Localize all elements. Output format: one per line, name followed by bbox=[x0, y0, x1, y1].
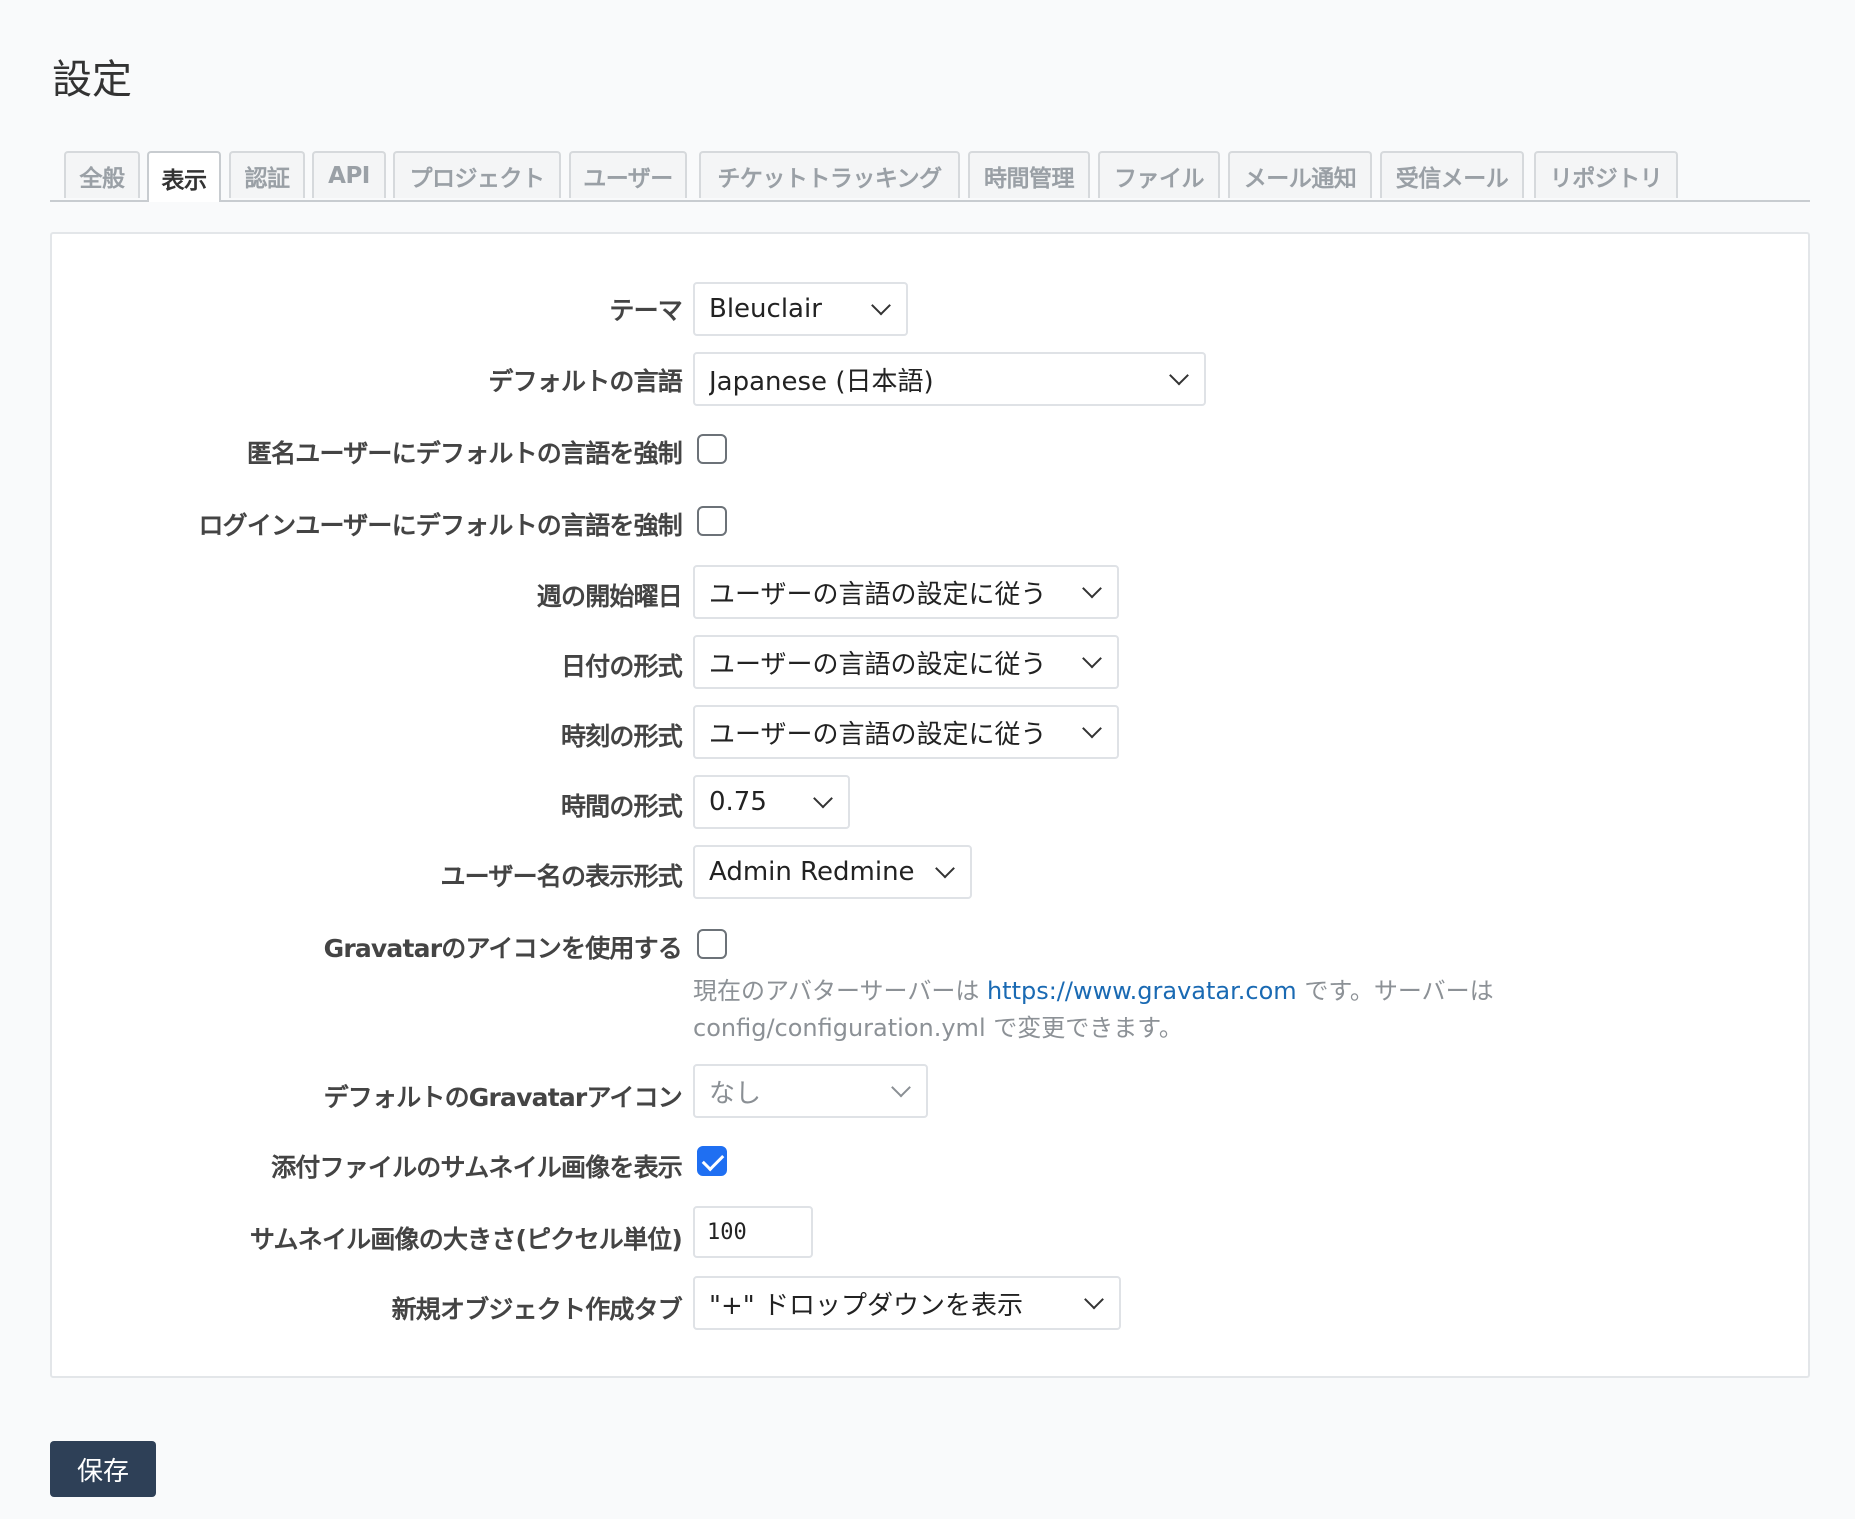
settings-tabs: 全般 表示 認証 API プロジェクト ユーザー チケットトラッキング 時間管理… bbox=[50, 150, 1810, 202]
start-of-week-label: 週の開始曜日 bbox=[536, 582, 683, 611]
chevron-down-icon bbox=[1082, 648, 1102, 669]
tab-files[interactable]: ファイル bbox=[1098, 151, 1220, 198]
chevron-down-icon bbox=[1082, 578, 1102, 599]
thumbnails-enabled-label: 添付ファイルのサムネイル画像を表示 bbox=[271, 1153, 683, 1182]
new-item-menu-tab-select-value: "+" ドロップダウンを表示 bbox=[709, 1290, 1023, 1321]
gravatar-default-select[interactable]: なし bbox=[693, 1064, 928, 1118]
chevron-down-icon bbox=[1084, 1289, 1104, 1310]
tab-api[interactable]: API bbox=[312, 151, 386, 198]
new-item-menu-tab-select[interactable]: "+" ドロップダウンを表示 bbox=[693, 1276, 1121, 1330]
default-language-select-value: Japanese (日本語) bbox=[709, 366, 934, 397]
thumbnails-enabled-checkbox[interactable] bbox=[697, 1146, 727, 1176]
chevron-down-icon bbox=[1169, 365, 1189, 386]
chevron-down-icon bbox=[1082, 718, 1102, 739]
tab-email-notifications[interactable]: メール通知 bbox=[1228, 151, 1372, 198]
page-title: 設定 bbox=[52, 57, 132, 103]
gravatar-enabled-label: Gravatarのアイコンを使用する bbox=[323, 934, 683, 963]
tab-projects[interactable]: プロジェクト bbox=[393, 151, 561, 198]
user-format-label: ユーザー名の表示形式 bbox=[440, 862, 682, 891]
tab-users[interactable]: ユーザー bbox=[569, 151, 687, 198]
theme-select-value: Bleuclair bbox=[709, 294, 822, 324]
timespan-format-select[interactable]: 0.75 bbox=[693, 775, 850, 829]
chevron-down-icon bbox=[891, 1077, 911, 1098]
thumbnails-size-input[interactable]: 100 bbox=[693, 1206, 813, 1258]
gravatar-default-select-value: なし bbox=[709, 1078, 762, 1109]
user-format-select-value: Admin Redmine bbox=[709, 857, 915, 887]
chevron-down-icon bbox=[813, 788, 833, 809]
force-default-language-anonymous-label: 匿名ユーザーにデフォルトの言語を強制 bbox=[246, 439, 683, 468]
default-language-select[interactable]: Japanese (日本語) bbox=[693, 352, 1206, 406]
time-format-select-value: ユーザーの言語の設定に従う bbox=[709, 719, 1047, 750]
theme-select[interactable]: Bleuclair bbox=[693, 282, 908, 336]
tab-authentication[interactable]: 認証 bbox=[229, 151, 305, 198]
thumbnails-size-label: サムネイル画像の大きさ(ピクセル単位) bbox=[249, 1225, 683, 1254]
tab-time-tracking[interactable]: 時間管理 bbox=[968, 151, 1090, 198]
force-default-language-logged-in-label: ログインユーザーにデフォルトの言語を強制 bbox=[198, 511, 682, 540]
gravatar-enabled-checkbox[interactable] bbox=[697, 929, 727, 959]
start-of-week-select-value: ユーザーの言語の設定に従う bbox=[709, 579, 1047, 610]
force-default-language-anonymous-checkbox[interactable] bbox=[697, 434, 727, 464]
gravatar-default-label: デフォルトのGravatarアイコン bbox=[323, 1083, 683, 1112]
new-item-menu-tab-label: 新規オブジェクト作成タブ bbox=[391, 1295, 683, 1324]
gravatar-hint-before: 現在のアバターサーバーは bbox=[693, 977, 987, 1005]
time-format-label: 時刻の形式 bbox=[560, 722, 683, 751]
tab-incoming-emails[interactable]: 受信メール bbox=[1380, 151, 1524, 198]
user-format-select[interactable]: Admin Redmine bbox=[693, 845, 972, 899]
tab-display[interactable]: 表示 bbox=[147, 151, 221, 202]
tab-general[interactable]: 全般 bbox=[64, 151, 140, 198]
tab-issue-tracking[interactable]: チケットトラッキング bbox=[699, 151, 960, 198]
default-language-label: デフォルトの言語 bbox=[488, 367, 682, 396]
date-format-select[interactable]: ユーザーの言語の設定に従う bbox=[693, 635, 1119, 689]
gravatar-hint: 現在のアバターサーバーは https://www.gravatar.com です… bbox=[693, 973, 1783, 1047]
start-of-week-select[interactable]: ユーザーの言語の設定に従う bbox=[693, 565, 1119, 619]
save-button[interactable]: 保存 bbox=[50, 1441, 156, 1497]
timespan-format-label: 時間の形式 bbox=[560, 792, 683, 821]
time-format-select[interactable]: ユーザーの言語の設定に従う bbox=[693, 705, 1119, 759]
tab-repositories[interactable]: リポジトリ bbox=[1534, 151, 1678, 198]
timespan-format-select-value: 0.75 bbox=[709, 787, 767, 817]
force-default-language-logged-in-checkbox[interactable] bbox=[697, 506, 727, 536]
date-format-label: 日付の形式 bbox=[560, 652, 683, 681]
date-format-select-value: ユーザーの言語の設定に従う bbox=[709, 649, 1047, 680]
chevron-down-icon bbox=[935, 858, 955, 879]
gravatar-server-link[interactable]: https://www.gravatar.com bbox=[987, 977, 1297, 1005]
chevron-down-icon bbox=[871, 295, 891, 316]
theme-label: テーマ bbox=[609, 296, 682, 325]
